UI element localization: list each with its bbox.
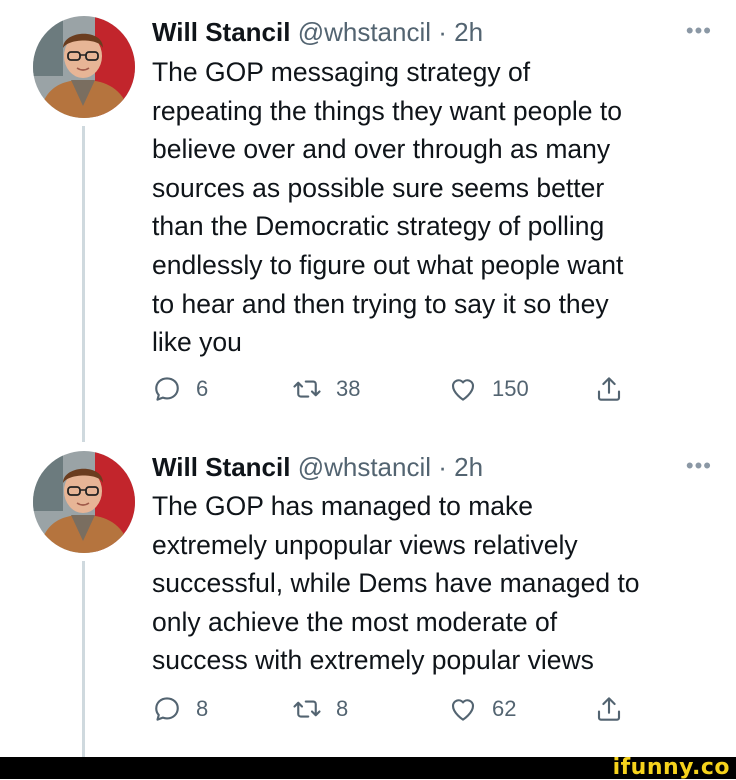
retweet-count: 8 (336, 696, 349, 721)
text-line: extremely unpopular views relatively (152, 529, 578, 560)
retweet-button[interactable]: 38 (292, 374, 360, 404)
thread-line (82, 126, 85, 442)
like-count: 62 (492, 696, 517, 721)
watermark-logo: ifunny.co (612, 755, 730, 780)
retweet-button[interactable]: 8 (292, 694, 348, 724)
action-bar: 6 38 150 (152, 374, 652, 408)
tweet-text: The GOP messaging strategy of repeating … (152, 53, 727, 362)
heart-icon (451, 699, 475, 721)
share-icon (597, 697, 621, 721)
author-handle[interactable]: @whstancil (298, 17, 431, 47)
avatar[interactable] (33, 451, 135, 553)
separator: · (438, 17, 447, 47)
separator: · (438, 452, 447, 482)
text-line: to hear and then trying to say it so the… (152, 288, 609, 319)
thread-line (82, 561, 85, 757)
retweet-count: 38 (336, 376, 361, 401)
tweet-header: Will Stancil @whstancil · 2h (152, 16, 483, 48)
tweet-header: Will Stancil @whstancil · 2h (152, 451, 483, 483)
action-bar: 8 8 62 (152, 694, 652, 728)
timestamp[interactable]: 2h (454, 452, 483, 482)
like-button[interactable]: 150 (448, 374, 529, 404)
text-line: The GOP has managed to make (152, 491, 534, 521)
retweet-icon (293, 380, 321, 398)
reply-count: 6 (196, 376, 209, 401)
tweet-text: The GOP has managed to make extremely un… (152, 487, 727, 680)
text-line: success with extremely popular views (152, 645, 594, 676)
timestamp[interactable]: 2h (454, 17, 483, 47)
tweet-2[interactable]: Will Stancil @whstancil · 2h ••• The GOP… (0, 451, 736, 757)
avatar-image (33, 451, 135, 553)
author-name[interactable]: Will Stancil (152, 452, 290, 482)
more-options-icon[interactable]: ••• (686, 18, 712, 44)
text-line: than the Democratic strategy of polling (152, 211, 605, 242)
text-line: only achieve the most moderate of (152, 606, 558, 637)
text-line: repeating the things they want people to (152, 95, 622, 126)
author-name[interactable]: Will Stancil (152, 17, 290, 47)
text-line: endlessly to figure out what people want (152, 249, 624, 280)
retweet-icon (293, 700, 321, 718)
like-button[interactable]: 62 (448, 694, 516, 724)
reply-button[interactable]: 6 (152, 374, 208, 404)
author-handle[interactable]: @whstancil (298, 452, 431, 482)
more-options-icon[interactable]: ••• (686, 453, 712, 479)
text-line: sources as possible sure seems better (152, 172, 605, 203)
reply-button[interactable]: 8 (152, 694, 208, 724)
reply-count: 8 (196, 696, 209, 721)
text-line: The GOP messaging strategy of (152, 57, 531, 87)
text-line: believe over and over through as many (152, 134, 611, 165)
heart-icon (451, 379, 475, 401)
like-count: 150 (492, 376, 529, 401)
reply-icon (155, 377, 179, 401)
text-line: successful, while Dems have managed to (152, 568, 640, 599)
reply-icon (155, 697, 179, 721)
avatar-image (33, 16, 135, 118)
watermark-bar: ifunny.co (0, 755, 736, 780)
share-button[interactable] (594, 374, 624, 404)
avatar[interactable] (33, 16, 135, 118)
share-icon (597, 377, 621, 401)
tweet-1[interactable]: Will Stancil @whstancil · 2h ••• The GOP… (0, 16, 736, 442)
share-button[interactable] (594, 694, 624, 724)
text-line: like you (152, 327, 242, 358)
